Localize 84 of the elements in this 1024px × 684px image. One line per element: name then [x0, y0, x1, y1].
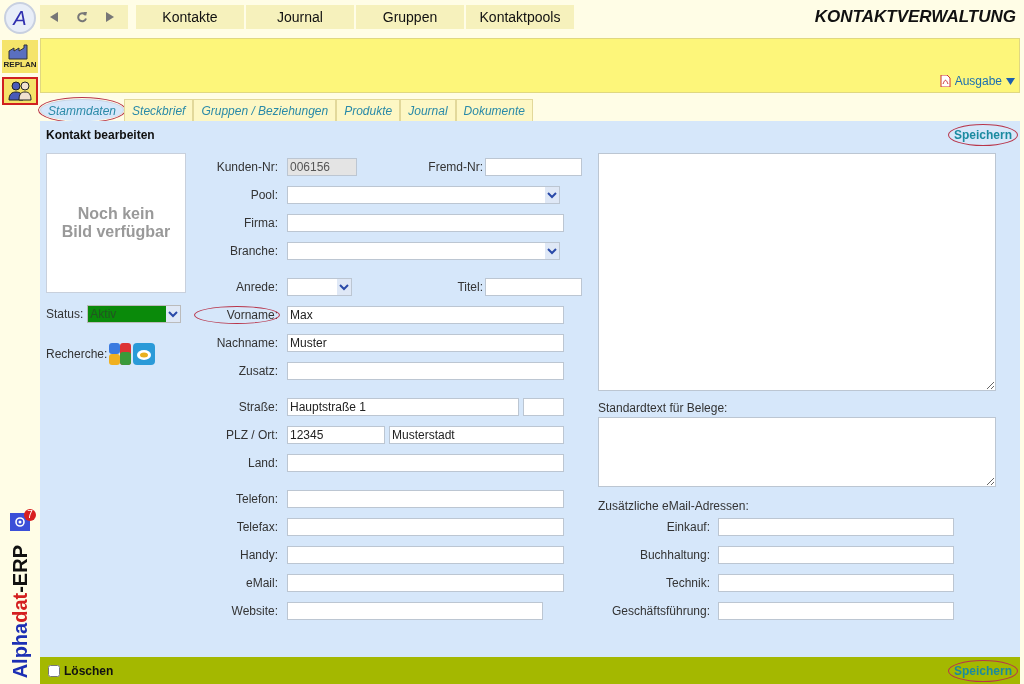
input-field[interactable]	[485, 278, 582, 296]
field-label: Firma:	[243, 216, 278, 230]
input-field[interactable]: Hauptstraße 1	[287, 398, 519, 416]
form-title: Kontakt bearbeiten	[46, 128, 155, 142]
delete-checkbox[interactable]	[48, 664, 60, 677]
input-field[interactable]	[287, 454, 564, 472]
nav-menu-item[interactable]: Kontaktpools	[466, 5, 576, 29]
input-field[interactable]	[718, 518, 954, 536]
brand-logo-text: Alphadat-ERP	[8, 544, 32, 678]
field-label: Website:	[230, 604, 278, 618]
forward-arrow-icon	[106, 12, 114, 22]
field-label: Zusatz:	[237, 364, 278, 378]
dropdown-field[interactable]	[287, 242, 560, 260]
page-title: KONTAKTVERWALTUNG	[814, 7, 1016, 27]
field-label: Status:	[46, 307, 84, 321]
field-label: Straße:	[237, 400, 278, 414]
app-logo[interactable]: A	[4, 2, 36, 34]
field-label: Telefax:	[235, 520, 278, 534]
notes-textarea[interactable]	[598, 153, 996, 391]
field-label: Telefon:	[234, 492, 278, 506]
checkbox-label: Löschen	[64, 663, 114, 678]
search-engine-icon	[133, 343, 156, 365]
input-field[interactable]	[287, 574, 564, 592]
field-label: Technik:	[664, 576, 710, 590]
input-field[interactable]	[718, 574, 954, 592]
field-label: Pool:	[249, 188, 278, 202]
field-label: Buchhaltung:	[638, 548, 710, 562]
document-text-textarea[interactable]	[598, 417, 996, 487]
input-field[interactable]	[287, 546, 564, 564]
tab[interactable]: Dokumente	[455, 99, 533, 121]
field-label: Nachname:	[215, 336, 278, 350]
field-label: Standardtext für Belege:	[598, 401, 729, 415]
colored-tiles-icon	[109, 343, 132, 365]
field-label: Branche:	[228, 244, 278, 258]
input-field[interactable]	[287, 214, 564, 232]
nav-menu-item[interactable]: Journal	[246, 5, 356, 29]
pdf-file-icon	[939, 75, 951, 87]
field-label: Handy:	[238, 548, 278, 562]
field-label: Kunden-Nr:	[215, 160, 278, 174]
tab[interactable]: Journal	[400, 99, 456, 121]
input-field[interactable]: 12345	[287, 426, 385, 444]
output-menu-button[interactable]: Ausgabe	[939, 74, 1015, 88]
people-app-button[interactable]	[2, 77, 38, 105]
field-label: Titel:	[457, 280, 483, 294]
input-field[interactable]	[523, 398, 564, 416]
field-label: PLZ / Ort:	[225, 428, 278, 442]
tab[interactable]: Stammdaten	[40, 99, 125, 121]
factory-app-button[interactable]: REPLAN	[2, 40, 38, 73]
input-field[interactable]	[287, 362, 564, 380]
search-engine-button[interactable]	[109, 343, 132, 365]
field-label: Land:	[246, 456, 278, 470]
readonly-field[interactable]: 006156	[287, 158, 357, 176]
field-label: eMail:	[245, 576, 278, 590]
unread-badge: 7	[24, 508, 36, 521]
tab[interactable]: Steckbrief	[124, 99, 194, 121]
dropdown-field[interactable]	[287, 186, 560, 204]
input-field[interactable]	[287, 602, 543, 620]
section-label: Zusätzliche eMail-Adressen:	[598, 499, 750, 513]
field-label: Recherche:	[46, 347, 108, 361]
tab[interactable]: Produkte	[336, 99, 401, 121]
back-arrow-icon	[50, 12, 58, 22]
reload-icon	[76, 11, 88, 23]
nav-menu-item[interactable]: Gruppen	[356, 5, 466, 29]
nav-menu-item[interactable]: Kontakte	[136, 5, 246, 29]
tab[interactable]: Gruppen / Beziehungen	[193, 99, 337, 121]
input-field[interactable]	[287, 518, 564, 536]
input-field[interactable]	[718, 602, 954, 620]
input-field[interactable]	[718, 546, 954, 564]
image-placeholder-text: Noch kein Bild verfügbar	[46, 153, 186, 293]
input-field[interactable]	[287, 490, 564, 508]
dropdown-field[interactable]	[287, 278, 352, 296]
input-field[interactable]	[485, 158, 582, 176]
input-field[interactable]: Max	[287, 306, 564, 324]
input-field[interactable]: Musterstadt	[389, 426, 564, 444]
people-icon	[8, 81, 32, 101]
input-field[interactable]: Muster	[287, 334, 564, 352]
search-engine-button[interactable]	[133, 343, 156, 365]
caret-icon	[1006, 77, 1015, 85]
field-label: Anrede:	[234, 280, 278, 294]
field-label: Geschäftsführung:	[610, 604, 710, 618]
field-label: Fremd-Nr:	[428, 160, 483, 174]
field-label: Einkauf:	[665, 520, 710, 534]
save-button[interactable]: Speichern	[949, 126, 1016, 144]
field-label: Vorname:	[196, 308, 278, 322]
